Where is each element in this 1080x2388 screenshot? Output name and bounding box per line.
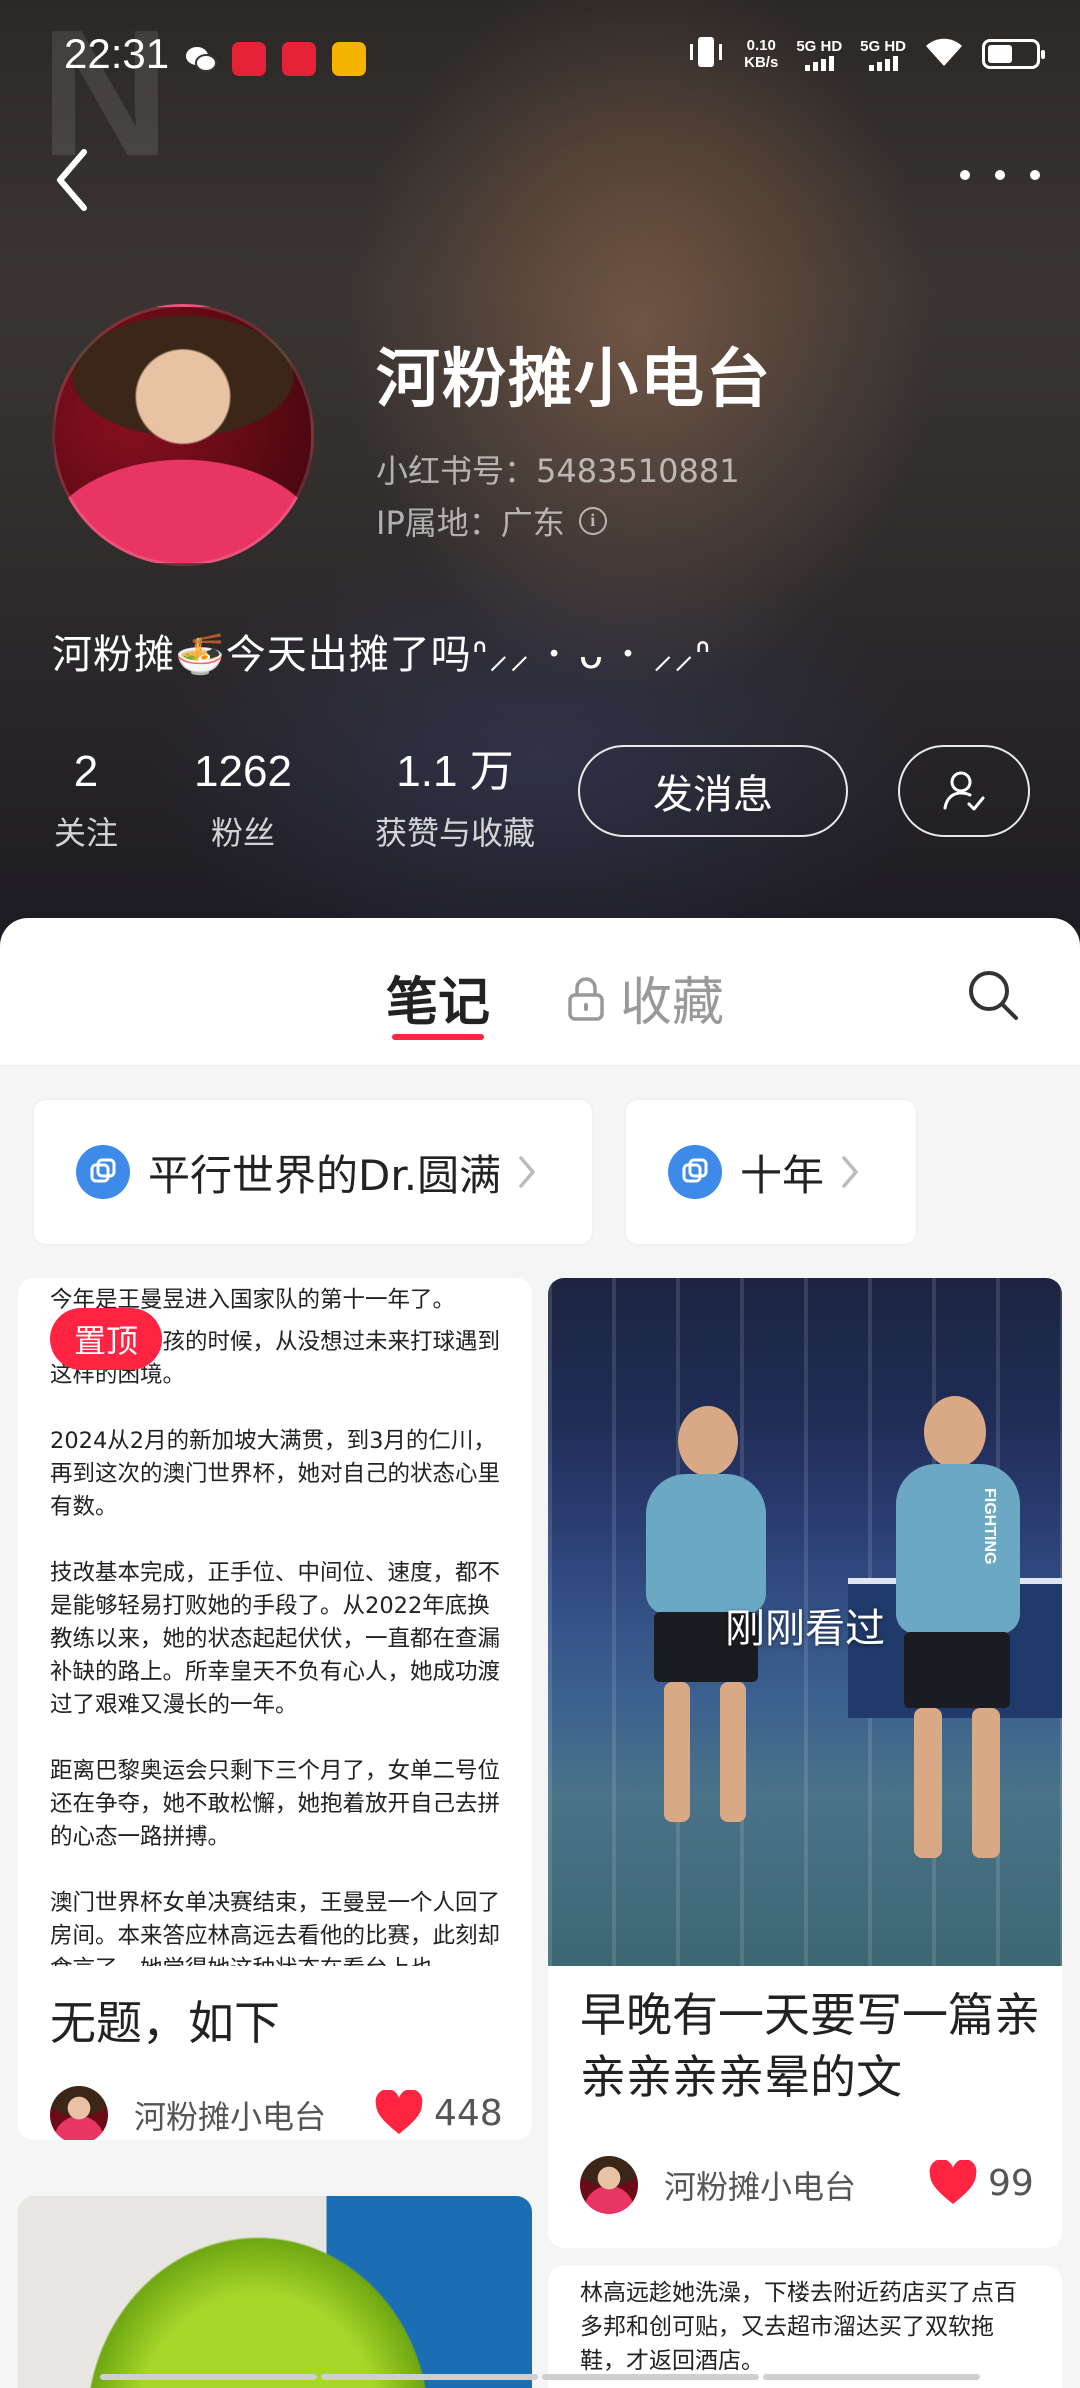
collection-icon <box>76 1145 130 1199</box>
player-leg <box>720 1682 746 1822</box>
send-message-button[interactable]: 发消息 <box>578 745 848 837</box>
note-card[interactable]: 林高远趁她洗澡，下楼去附近药店买了点百多邦和创可贴，又去超市溜达买了双软拖鞋，才… <box>548 2266 1062 2388</box>
stat-followers-value: 1262 <box>194 747 292 796</box>
more-options-button[interactable] <box>960 160 1040 190</box>
user-check-icon <box>943 771 985 811</box>
like-button[interactable]: 99 <box>928 2160 1034 2206</box>
heart-icon <box>929 2160 977 2204</box>
note-author[interactable]: 河粉摊小电台 <box>50 2086 326 2140</box>
collection-title: 平行世界的Dr.圆满 <box>148 1150 502 1200</box>
author-name: 河粉摊小电台 <box>664 2168 857 2206</box>
scroll-indicator <box>100 2374 980 2380</box>
info-icon[interactable]: i <box>578 507 607 535</box>
search-button[interactable] <box>966 968 1020 1022</box>
sim1-signal: 5G HD <box>796 38 842 71</box>
news-notification-icon <box>282 42 316 76</box>
player-head <box>678 1406 738 1476</box>
app-notification-icon <box>232 42 266 76</box>
sim1-label: 5G HD <box>796 37 843 55</box>
note-cover-article: 林高远趁她洗澡，下楼去附近药店买了点百多邦和创可贴，又去超市溜达买了双软拖鞋，才… <box>580 2280 1017 2374</box>
tab-collect-label: 收藏 <box>620 973 725 1033</box>
stat-following[interactable]: 2 关注 <box>44 746 128 854</box>
article-line: 2024从2月的新加坡大满贯，到3月的仁川，再到这次的澳门世界杯，她对自己的状态… <box>50 1428 501 1520</box>
more-dot-icon <box>960 170 970 180</box>
net-speed-value: 0.10 <box>746 37 776 54</box>
tab-collect[interactable]: 收藏 <box>566 960 724 1035</box>
tab-active-indicator <box>392 1034 484 1040</box>
note-card[interactable]: FIGHTING 刚刚看过 早晚有一天要写一篇亲亲亲亲亲晕的文 河粉摊小电台 9… <box>548 1278 1062 2248</box>
player-leg <box>972 1708 1000 1858</box>
ip-location-text: IP属地：广东 <box>376 504 565 542</box>
more-dot-icon <box>995 170 1005 180</box>
profile-nickname: 河粉摊小电台 <box>376 343 772 417</box>
profile-tabs: 笔记 收藏 <box>0 918 1080 1066</box>
red-id[interactable]: 小红书号：5483510881 <box>376 446 740 492</box>
status-right: 0.10 KB/s 5G HD 5G HD <box>686 34 1045 74</box>
chevron-left-icon <box>57 149 87 211</box>
heart-icon <box>375 2090 423 2134</box>
stat-following-label: 关注 <box>53 814 118 852</box>
vibrate-icon <box>686 34 726 74</box>
note-card[interactable]: 今年是王曼昱进入国家队的第十一年了。 小时候小女孩的时候，从没想过未来打球遇到这… <box>18 1278 532 2140</box>
lock-icon <box>568 976 604 1021</box>
like-count: 99 <box>988 2162 1034 2204</box>
article-line: 澳门世界杯女单决赛结束，王曼昱一个人回了房间。本来答应林高远去看他的比赛，此刻却… <box>50 1890 501 1966</box>
chevron-right-icon <box>842 1156 858 1188</box>
shirt-text: FIGHTING <box>981 1488 998 1565</box>
stat-followers[interactable]: 1262 粉丝 <box>178 746 308 854</box>
follow-button[interactable] <box>898 745 1030 837</box>
search-icon <box>969 971 1018 1020</box>
more-dot-icon <box>1030 170 1040 180</box>
player-head <box>924 1396 986 1468</box>
wechat-icon <box>184 42 218 76</box>
like-button[interactable]: 448 <box>374 2090 503 2136</box>
article-line: 距离巴黎奥运会只剩下三个月了，女单二号位还在争夺，她不敢松懈，她抱着放开自己去拼… <box>50 1758 501 1850</box>
note-cover-article: 今年是王曼昱进入国家队的第十一年了。 小时候小女孩的时候，从没想过未来打球遇到这… <box>18 1278 532 1966</box>
back-button[interactable] <box>44 140 104 220</box>
sim2-label: 5G HD <box>860 37 906 55</box>
stat-likes-label: 获赞与收藏 <box>374 814 535 852</box>
pinned-badge: 置顶 <box>50 1308 162 1370</box>
avatar <box>50 2086 108 2140</box>
ip-location[interactable]: IP属地：广东 i <box>376 498 607 544</box>
collection-chip[interactable]: 平行世界的Dr.圆满 <box>34 1100 592 1244</box>
profile-avatar[interactable] <box>52 304 314 566</box>
network-speed: 0.10 KB/s <box>744 37 778 71</box>
stat-likes-collects[interactable]: 1.1 万 获赞与收藏 <box>360 746 550 854</box>
battery-icon <box>982 39 1045 69</box>
note-title: 早晚有一天要写一篇亲亲亲亲亲晕的文 <box>580 1988 1040 2104</box>
stat-likes-value: 1.1 万 <box>396 747 514 796</box>
net-speed-unit: KB/s <box>744 54 779 71</box>
like-count: 448 <box>434 2092 503 2134</box>
note-author[interactable]: 河粉摊小电台 <box>580 2156 856 2214</box>
recently-viewed-label: 刚刚看过 <box>725 1606 885 1652</box>
player-leg <box>664 1682 690 1822</box>
stat-following-value: 2 <box>73 747 99 796</box>
player-leg <box>914 1708 942 1858</box>
player-shirt <box>646 1474 766 1614</box>
status-bar: 22:31 0.10 KB/s 5G HD 5G HD <box>0 0 1080 120</box>
sim2-signal: 5G HD <box>860 38 906 71</box>
wifi-icon <box>924 36 964 72</box>
avatar <box>580 2156 638 2214</box>
collection-title: 十年 <box>740 1150 825 1200</box>
collection-icon <box>668 1145 722 1199</box>
article-line: 技改基本完成，正手位、中间位、速度，都不是能够轻易打败她的手段了。从2022年底… <box>50 1560 501 1718</box>
collection-chip[interactable]: 十年 <box>626 1100 916 1244</box>
chevron-right-icon <box>519 1156 535 1188</box>
note-cover-photo: FIGHTING 刚刚看过 <box>548 1278 1062 1966</box>
note-card[interactable] <box>18 2196 532 2388</box>
profile-header: N 22:31 0.10 KB/s 5G HD 5G HD 河粉摊小电台 小红书… <box>0 0 1080 960</box>
author-name: 河粉摊小电台 <box>134 2098 327 2136</box>
stat-followers-label: 粉丝 <box>210 814 275 852</box>
weibo-icon <box>332 42 366 76</box>
note-title: 无题，如下 <box>50 1996 280 2050</box>
status-time: 22:31 <box>64 30 170 77</box>
profile-bio: 河粉摊🍜今天出摊了吗ᐢ⸝⸝ ･ ᴗ ･ ⸝⸝ᐢ <box>52 632 712 678</box>
tab-notes[interactable]: 笔记 <box>386 960 490 1035</box>
